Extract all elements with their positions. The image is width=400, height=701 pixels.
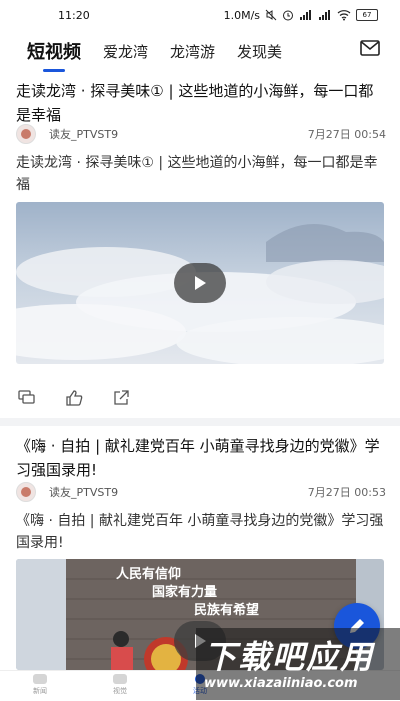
video-slogan-1: 人民有信仰 xyxy=(116,567,182,582)
visual-icon xyxy=(113,674,127,684)
post-2-meta: 读友_PTVST9 7月27日 00:53 xyxy=(16,481,386,503)
post-1-date: 7月27日 00:54 xyxy=(307,128,386,141)
post-2-date: 7月27日 00:53 xyxy=(307,486,386,499)
battery-icon: 67 xyxy=(356,9,378,21)
wifi-icon xyxy=(337,9,351,21)
nav-news-label: 新闻 xyxy=(33,687,47,695)
post-2-title[interactable]: 《嗨 · 自拍 | 献礼建党百年 小萌童寻找身边的党徽》学习强国录用! xyxy=(16,434,386,482)
post-2-summary[interactable]: 《嗨 · 自拍 | 献礼建党百年 小萌童寻找身边的党徽》学习强国录用! xyxy=(16,510,386,554)
status-bar: 11:20 1.0M/s 67 xyxy=(0,0,400,30)
alarm-icon xyxy=(282,9,294,21)
video-slogan-3: 民族有希望 xyxy=(194,603,260,618)
signal-icon xyxy=(299,9,313,21)
avatar[interactable] xyxy=(16,124,36,144)
like-icon[interactable] xyxy=(66,390,83,406)
nav-visual-label: 视觉 xyxy=(113,687,127,695)
mail-icon[interactable] xyxy=(360,40,380,56)
mute-icon xyxy=(265,9,277,21)
tab-discover[interactable]: 发现美 xyxy=(237,41,282,62)
watermark: 下载吧应用 www.xiazaiiniao.com xyxy=(196,628,400,700)
nav-news[interactable]: 新闻 xyxy=(0,671,80,701)
tab-ailongwan[interactable]: 爱龙湾 xyxy=(103,41,148,62)
tab-longwan-travel[interactable]: 龙湾游 xyxy=(170,41,215,62)
post-2-author[interactable]: 读友_PTVST9 xyxy=(49,484,118,500)
comment-icon[interactable] xyxy=(18,390,36,406)
news-icon xyxy=(33,674,47,684)
post-1-title[interactable]: 走读龙湾 · 探寻美味① | 这些地道的小海鲜，每一口都是幸福 xyxy=(16,79,386,127)
status-icons: 1.0M/s 67 xyxy=(224,9,378,22)
post-1-meta: 读友_PTVST9 7月27日 00:54 xyxy=(16,123,386,145)
play-button[interactable] xyxy=(174,263,226,303)
tab-short-video[interactable]: 短视频 xyxy=(27,38,81,64)
avatar[interactable] xyxy=(16,482,36,502)
network-speed: 1.0M/s xyxy=(223,8,260,22)
post-1-summary[interactable]: 走读龙湾 · 探寻美味① | 这些地道的小海鲜，每一口都是幸福 xyxy=(16,152,386,196)
video-slogan-2: 国家有力量 xyxy=(152,585,218,600)
play-icon xyxy=(195,276,206,290)
category-tabs: 短视频 爱龙湾 龙湾游 发现美 xyxy=(0,30,400,72)
post-1-actions xyxy=(18,390,129,406)
status-time: 11:20 xyxy=(58,8,90,22)
signal-icon-2 xyxy=(318,9,332,21)
watermark-title: 下载吧应用 xyxy=(204,638,375,676)
share-icon[interactable] xyxy=(113,390,129,406)
watermark-url: www.xiazaiiniao.com xyxy=(204,676,358,691)
post-1-video[interactable] xyxy=(16,202,384,364)
section-divider xyxy=(0,418,400,426)
post-1-author[interactable]: 读友_PTVST9 xyxy=(49,126,118,142)
nav-visual[interactable]: 视觉 xyxy=(80,671,160,701)
